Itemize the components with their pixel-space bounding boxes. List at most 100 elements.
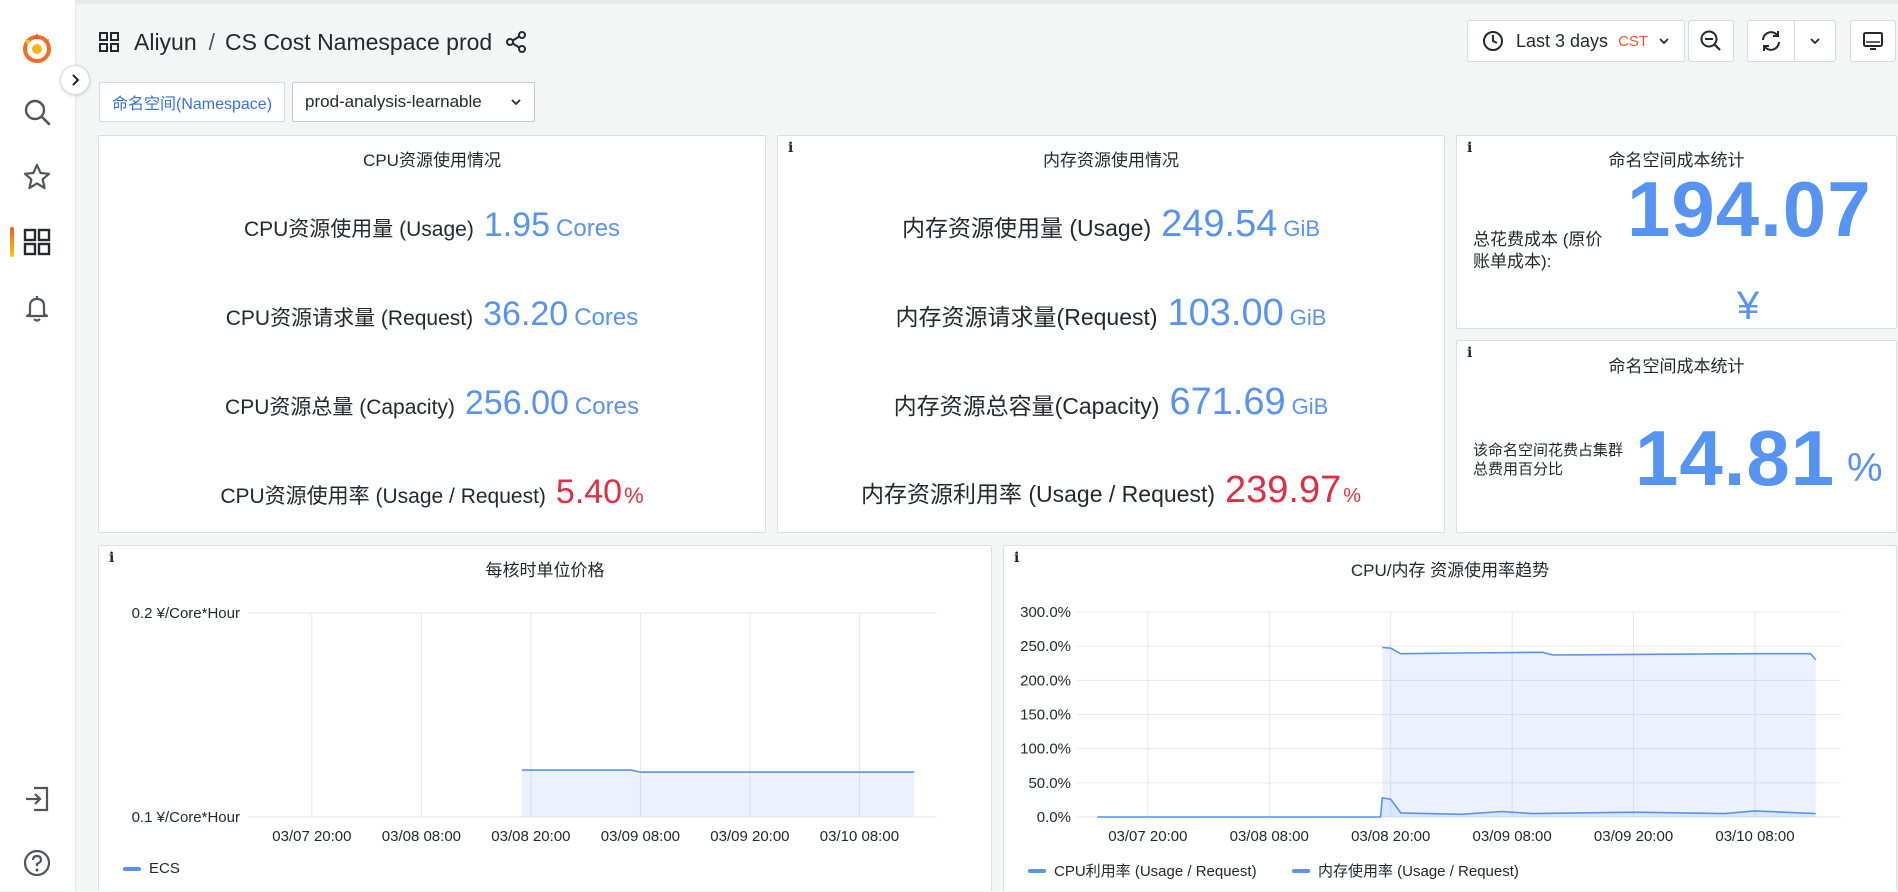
chevron-down-icon xyxy=(1810,38,1820,45)
stat-unit: % xyxy=(624,483,644,508)
stat-label: CPU资源使用量 (Usage) xyxy=(243,218,474,241)
stat-value: 249.54 xyxy=(1161,203,1278,245)
stat-label: 该命名空间花费占集群总费用百分比 xyxy=(1473,442,1624,478)
sign-in-icon[interactable] xyxy=(18,780,56,818)
legend-label: 内存使用率 (Usage / Request) xyxy=(1318,863,1519,880)
stat-unit: ¥ xyxy=(1737,284,1760,328)
legend-swatch xyxy=(1292,868,1310,873)
usage-trend-chart-panel: i CPU/内存 资源使用率趋势 300.0% 250.0% 200.0% 150.0… xyxy=(1003,545,1897,891)
series-area xyxy=(521,770,915,817)
stat-label: 内存资源使用量 (Usage) xyxy=(901,215,1152,241)
stat-value: 256.00 xyxy=(464,384,569,422)
legend-swatch xyxy=(1028,868,1046,873)
refresh-button[interactable] xyxy=(1747,20,1795,62)
namespace-variable-select[interactable]: prod-analysis-learnable xyxy=(292,82,535,122)
stat-value: 5.40 xyxy=(555,473,623,511)
namespace-cost-share-panel: i 命名空间成本统计 该命名空间花费占集群总费用百分比 14.81 % xyxy=(1456,340,1897,533)
x-tick-label: 03/08 08:00 xyxy=(382,828,461,845)
x-tick-label: 03/09 20:00 xyxy=(1594,828,1673,845)
legend-label: ECS xyxy=(149,860,180,877)
y-tick-label: 0.1 ¥/Core*Hour xyxy=(132,809,240,826)
stat-value: 103.00 xyxy=(1167,292,1284,334)
share-icon[interactable] xyxy=(504,30,528,54)
stat-label: 内存资源总容量(Capacity) xyxy=(893,393,1160,419)
stat-value: 14.81 xyxy=(1635,414,1836,502)
panel-title[interactable]: CPU资源使用情况 xyxy=(99,146,765,171)
stat-label: CPU资源请求量 (Request) xyxy=(225,307,474,330)
alerting-bell-icon[interactable] xyxy=(18,289,56,327)
stat-row: CPU资源总量 (Capacity) 256.00 Cores xyxy=(99,384,765,423)
time-range-label: Last 3 days xyxy=(1516,30,1609,51)
help-icon[interactable] xyxy=(18,844,56,882)
breadcrumb-folder[interactable]: Aliyun xyxy=(134,29,197,56)
clock-icon xyxy=(1483,31,1503,51)
refresh-interval-dropdown[interactable] xyxy=(1794,20,1836,62)
y-tick-label: 300.0% xyxy=(1020,604,1071,621)
memory-usage-panel: i 内存资源使用情况 内存资源使用量 (Usage) 249.54 GiB 内存… xyxy=(777,135,1445,533)
x-tick-label: 03/09 08:00 xyxy=(1473,828,1552,845)
time-range-picker[interactable]: Last 3 days CST xyxy=(1467,20,1685,62)
cpu-usage-panel: CPU资源使用情况 CPU资源使用量 (Usage) 1.95 Cores CP… xyxy=(98,135,766,533)
namespace-cost-panel: i 命名空间成本统计 总花费成本 (原价账单成本): 194.07 ¥ xyxy=(1456,135,1897,329)
legend-item[interactable]: 内存使用率 (Usage / Request) xyxy=(1292,860,1519,881)
stat-label: 内存资源利用率 (Usage / Request) xyxy=(860,481,1215,507)
legend-swatch xyxy=(123,866,141,871)
stat-row: 内存资源利用率 (Usage / Request) 239.97 % xyxy=(778,469,1444,512)
stat-unit: % xyxy=(1847,446,1883,490)
stat-unit: % xyxy=(1343,485,1362,507)
dashboard-title[interactable]: CS Cost Namespace prod xyxy=(225,29,492,56)
tv-mode-button[interactable] xyxy=(1850,20,1896,62)
search-icon[interactable] xyxy=(18,93,56,131)
stat-label: 内存资源请求量(Request) xyxy=(895,304,1158,330)
dashboard-grid-icon xyxy=(99,32,119,52)
legend-item[interactable]: ECS xyxy=(123,860,180,877)
stat-label: CPU资源总量 (Capacity) xyxy=(225,396,455,419)
top-border xyxy=(75,0,1898,4)
y-tick-label: 0.2 ¥/Core*Hour xyxy=(132,605,240,622)
legend-item[interactable]: CPU利用率 (Usage / Request) xyxy=(1028,860,1257,881)
x-tick-label: 03/09 20:00 xyxy=(710,828,789,845)
stat-value: 194.07 xyxy=(1627,165,1872,253)
y-tick-label: 0.0% xyxy=(1037,809,1071,826)
stat-value: 1.95 xyxy=(483,206,551,244)
panel-title[interactable]: 命名空间成本统计 xyxy=(1457,352,1896,377)
usage-trend-chart[interactable]: 300.0% 250.0% 200.0% 150.0% 100.0% 50.0% 0.0% 0… xyxy=(1004,546,1898,892)
unit-price-chart-panel: i 每核时单位价格 0.2 ¥/Core*Hour 0.1 ¥/Core*Hour… xyxy=(98,545,992,891)
side-menu xyxy=(0,0,76,891)
stat-unit: Cores xyxy=(556,215,621,242)
namespace-variable-value: prod-analysis-learnable xyxy=(305,92,482,111)
breadcrumb: Aliyun / CS Cost Namespace prod xyxy=(98,26,528,58)
y-tick-label: 250.0% xyxy=(1020,638,1071,655)
dashboards-icon[interactable] xyxy=(10,223,56,261)
stat-row: CPU资源请求量 (Request) 36.20 Cores xyxy=(99,295,765,334)
x-tick-label: 03/09 08:00 xyxy=(601,828,680,845)
stat-row: 内存资源请求量(Request) 103.00 GiB xyxy=(778,292,1444,335)
stat-value: 239.97 xyxy=(1225,469,1342,511)
stat-unit: GiB xyxy=(1283,216,1321,241)
timezone-label: CST xyxy=(1618,32,1649,50)
stat-row: CPU资源使用率 (Usage / Request) 5.40 % xyxy=(99,473,765,512)
breadcrumb-separator: / xyxy=(208,28,216,55)
stat-unit: Cores xyxy=(574,393,639,420)
grafana-logo-icon[interactable] xyxy=(18,29,56,67)
series-area xyxy=(1382,647,1816,817)
x-tick-label: 03/08 08:00 xyxy=(1230,828,1309,845)
starred-icon[interactable] xyxy=(18,158,56,196)
y-tick-label: 200.0% xyxy=(1020,672,1071,689)
zoom-out-button[interactable] xyxy=(1688,20,1734,62)
x-tick-label: 03/08 20:00 xyxy=(491,828,570,845)
y-tick-label: 100.0% xyxy=(1020,741,1071,758)
stat-row: CPU资源使用量 (Usage) 1.95 Cores xyxy=(99,206,765,245)
chevron-down-icon xyxy=(1659,38,1669,45)
y-tick-label: 50.0% xyxy=(1028,775,1071,792)
namespace-variable-label: 命名空间(Namespace) xyxy=(99,82,286,122)
chevron-right-icon xyxy=(72,74,80,86)
x-tick-label: 03/07 20:00 xyxy=(1108,828,1187,845)
stat-unit: Cores xyxy=(574,304,639,331)
stat-value: 36.20 xyxy=(483,295,569,333)
panel-title[interactable]: 内存资源使用情况 xyxy=(778,146,1444,171)
stat-unit: GiB xyxy=(1291,394,1329,419)
legend-label: CPU利用率 (Usage / Request) xyxy=(1054,863,1257,880)
expand-menu-button[interactable] xyxy=(60,65,90,95)
unit-price-chart[interactable]: 0.2 ¥/Core*Hour 0.1 ¥/Core*Hour 03/07 20:0… xyxy=(99,546,993,892)
